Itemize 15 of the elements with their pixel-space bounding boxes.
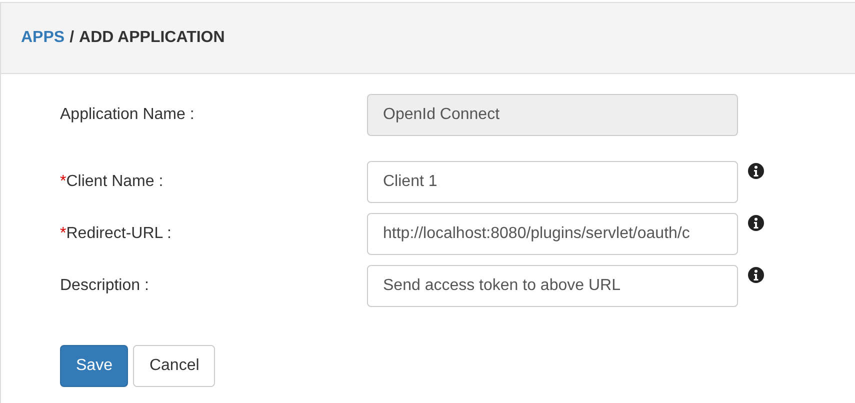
cancel-button[interactable]: Cancel	[133, 345, 216, 387]
info-icon[interactable]	[748, 267, 764, 283]
text-field[interactable]: http://localhost:8080/plugins/servlet/oauth/c	[367, 213, 738, 255]
save-button[interactable]: Save	[60, 345, 128, 387]
text-field[interactable]: Client 1	[367, 161, 738, 203]
field-label: *Client Name :	[60, 173, 164, 191]
info-icon[interactable]	[748, 215, 764, 231]
text-field[interactable]: Send access token to above URL	[367, 265, 738, 307]
breadcrumb-separator: /	[70, 29, 74, 47]
field-label: Description :	[60, 277, 150, 295]
apps-link[interactable]: APPS	[21, 29, 65, 47]
field-label: Application Name :	[60, 106, 196, 124]
page-title: ADD APPLICATION	[79, 29, 225, 47]
info-icon[interactable]	[748, 163, 764, 179]
field-label: *Redirect-URL :	[60, 225, 172, 243]
